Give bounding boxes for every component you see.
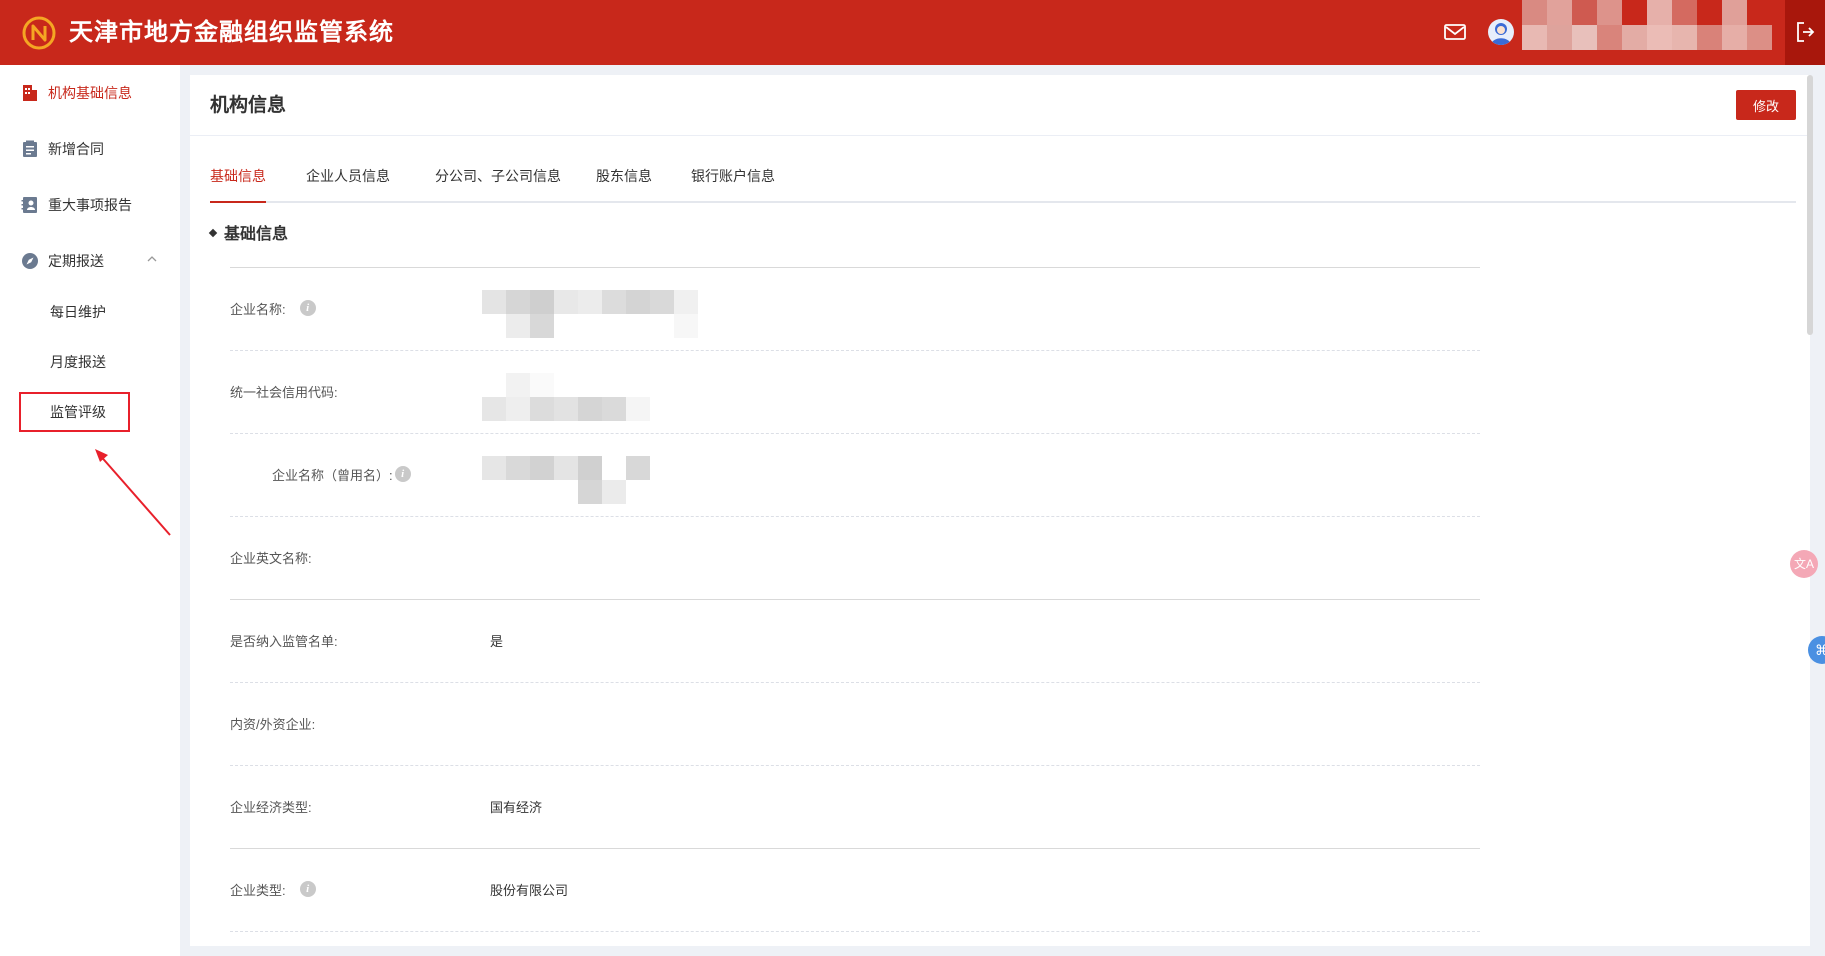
field-row-regulated-list: 是否纳入监管名单: 是 xyxy=(230,600,1480,683)
tab-branch-info[interactable]: 分公司、子公司信息 xyxy=(435,165,561,203)
field-row-company-type: 企业类型: i 股份有限公司 xyxy=(230,849,1480,932)
field-value: 是 xyxy=(490,634,504,649)
user-avatar-icon xyxy=(1491,23,1511,45)
field-row-former-name: 企业名称（曾用名）: i xyxy=(230,434,1480,517)
avatar[interactable] xyxy=(1488,19,1514,45)
field-label: 统一社会信用代码: xyxy=(230,385,338,400)
field-label: 企业名称: i xyxy=(230,300,316,320)
sidebar-item-new-contract[interactable]: 新增合同 xyxy=(0,129,180,169)
compass-icon xyxy=(20,251,40,271)
command-icon[interactable]: ⌘ xyxy=(1808,636,1825,664)
field-row-domestic-foreign: 内资/外资企业: xyxy=(230,683,1480,766)
field-label: 企业经济类型: xyxy=(230,800,312,815)
info-icon[interactable]: i xyxy=(299,300,316,316)
logout-icon xyxy=(1797,22,1815,42)
n-logo-icon xyxy=(22,16,56,50)
field-label: 企业英文名称: xyxy=(230,551,312,566)
field-label: 企业类型: i xyxy=(230,881,316,901)
field-row-credit-code: 统一社会信用代码: xyxy=(230,351,1480,434)
scrollbar[interactable] xyxy=(1807,75,1813,335)
redacted-value xyxy=(482,373,770,421)
building-icon xyxy=(20,83,40,103)
tab-personnel-info[interactable]: 企业人员信息 xyxy=(306,165,390,203)
redacted-user-name[interactable] xyxy=(1522,0,1772,55)
redacted-value xyxy=(482,290,770,338)
field-value: 国有经济 xyxy=(490,800,543,815)
sidebar-item-institution-info[interactable]: 机构基础信息 xyxy=(0,73,180,113)
app-title: 天津市地方金融组织监管系统 xyxy=(69,19,394,46)
info-icon[interactable]: i xyxy=(299,881,316,897)
mail-icon[interactable] xyxy=(1443,22,1467,42)
field-row-company-name: 企业名称: i xyxy=(230,268,1480,351)
sidebar-item-label: 机构基础信息 xyxy=(48,85,132,101)
sidebar-subitem-daily-maintenance[interactable]: 每日维护 xyxy=(50,302,106,322)
sidebar-item-periodic-report[interactable]: 定期报送 xyxy=(0,241,180,281)
chevron-up-icon[interactable] xyxy=(146,255,158,263)
page-title: 机构信息 xyxy=(210,95,287,116)
highlight-box xyxy=(19,392,130,432)
tab-bar: 基础信息 企业人员信息 分公司、子公司信息 股东信息 银行账户信息 xyxy=(210,165,1796,203)
tab-shareholder-info[interactable]: 股东信息 xyxy=(596,165,652,203)
clipboard-icon xyxy=(20,139,40,159)
title-divider xyxy=(190,135,1810,136)
sidebar-item-label: 定期报送 xyxy=(48,253,104,269)
field-row-english-name: 企业英文名称: xyxy=(230,517,1480,600)
translate-icon[interactable]: 文A xyxy=(1790,550,1818,578)
field-row-economy-type: 企业经济类型: 国有经济 xyxy=(230,766,1480,849)
field-label: 是否纳入监管名单: xyxy=(230,634,338,649)
field-label: 内资/外资企业: xyxy=(230,717,316,732)
sidebar-item-label: 重大事项报告 xyxy=(48,197,132,213)
section-title: 基础信息 xyxy=(208,223,288,247)
edit-button[interactable]: 修改 xyxy=(1736,90,1796,120)
logout-button[interactable] xyxy=(1785,0,1825,65)
tab-bank-account-info[interactable]: 银行账户信息 xyxy=(691,165,775,203)
diamond-bullet-icon xyxy=(208,228,218,238)
sidebar-item-label: 新增合同 xyxy=(48,141,104,157)
sidebar-item-major-report[interactable]: 重大事项报告 xyxy=(0,185,180,225)
info-icon[interactable]: i xyxy=(394,466,411,482)
tab-basic-info[interactable]: 基础信息 xyxy=(210,165,266,203)
redacted-value xyxy=(482,456,770,504)
top-header: 天津市地方金融组织监管系统 xyxy=(0,0,1825,65)
annotation-arrow-icon xyxy=(95,449,171,536)
contacts-icon xyxy=(20,195,40,215)
field-label: 企业名称（曾用名）: i xyxy=(272,466,411,486)
field-value: 股份有限公司 xyxy=(490,883,569,898)
sidebar-subitem-monthly-report[interactable]: 月度报送 xyxy=(50,352,106,372)
main-card: 机构信息 修改 基础信息 企业人员信息 分公司、子公司信息 股东信息 银行账户信… xyxy=(190,75,1810,946)
